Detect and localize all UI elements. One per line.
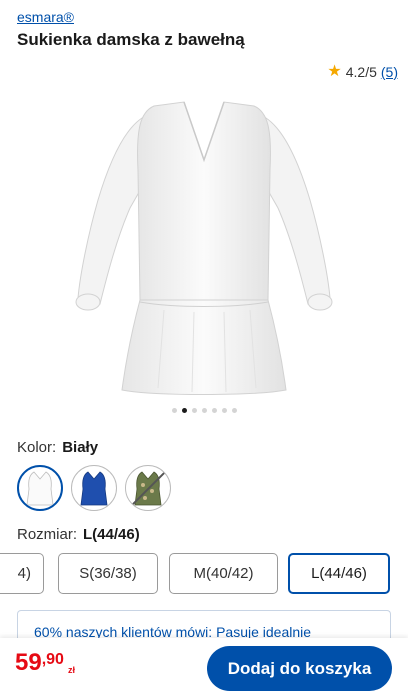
size-selected-value: L(44/46): [83, 526, 140, 543]
gallery-dot-active[interactable]: [181, 408, 187, 413]
gallery-dot[interactable]: [231, 408, 237, 413]
blue-dress-thumb: [80, 471, 108, 506]
gallery-dot[interactable]: [201, 408, 207, 413]
add-to-cart-button[interactable]: Dodaj do koszyka: [207, 646, 392, 691]
product-image[interactable]: [0, 90, 408, 402]
review-count-link[interactable]: (5): [381, 64, 398, 80]
price-currency: zł: [67, 665, 75, 675]
white-dress-thumb: [26, 471, 54, 506]
size-option-l[interactable]: L(44/46): [288, 553, 390, 594]
rating-value: 4.2/5: [345, 64, 377, 80]
price: 59 ,90 zł: [15, 649, 75, 676]
size-option-s[interactable]: S(36/38): [58, 553, 158, 594]
purchase-bar: 59 ,90 zł Dodaj do koszyka: [0, 638, 408, 699]
gallery-dot[interactable]: [211, 408, 217, 413]
rating: ★ 4.2/5 (5): [327, 63, 398, 81]
gallery-dot[interactable]: [221, 408, 227, 413]
brand-link[interactable]: esmara®: [17, 9, 74, 25]
price-cents: ,90: [41, 651, 64, 668]
gallery-indicator[interactable]: [0, 408, 408, 413]
price-whole: 59: [15, 649, 42, 676]
size-option-m[interactable]: M(40/42): [169, 553, 278, 594]
star-icon: ★: [327, 63, 342, 80]
size-option-partial[interactable]: 4): [0, 553, 44, 594]
color-swatches: [17, 465, 171, 511]
size-label-row: Rozmiar: L(44/46): [17, 526, 140, 543]
swatch-green-print[interactable]: [125, 465, 171, 511]
size-label: Rozmiar:: [17, 526, 78, 543]
color-selected-value: Biały: [62, 439, 99, 456]
size-selector[interactable]: 4) S(36/38) M(40/42) L(44/46): [0, 553, 408, 595]
gallery-dot[interactable]: [191, 408, 197, 413]
color-label-row: Kolor: Biały: [17, 439, 98, 456]
swatch-blue[interactable]: [71, 465, 117, 511]
dress-image: [75, 101, 333, 395]
gallery-dot[interactable]: [171, 408, 177, 413]
color-label: Kolor:: [17, 439, 57, 456]
product-title: Sukienka damska z bawełną: [17, 30, 245, 49]
swatch-white[interactable]: [17, 465, 63, 511]
